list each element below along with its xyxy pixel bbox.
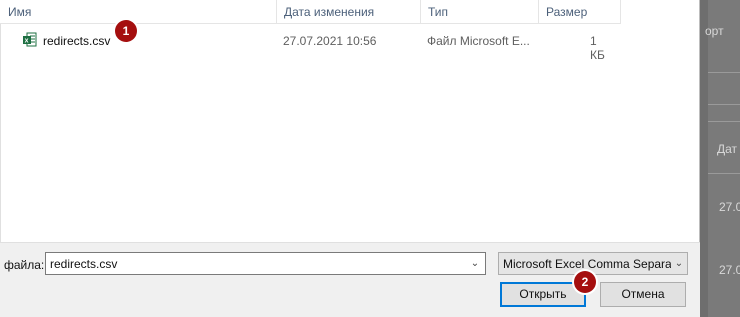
file-date: 27.07.2021 10:56: [283, 34, 377, 48]
chevron-down-icon[interactable]: ⌄: [671, 253, 687, 274]
background-divider: [708, 72, 740, 73]
background-divider: [708, 173, 740, 174]
step-badge-1: 1: [115, 20, 137, 42]
file-name: redirects.csv: [43, 34, 111, 48]
column-separator[interactable]: [620, 0, 621, 24]
open-file-dialog: ^ Имя Дата изменения Тип Размер x redire…: [0, 0, 700, 317]
step-badge-2: 2: [574, 271, 596, 293]
filetype-value: Microsoft Excel Comma Separa: [503, 257, 671, 271]
filetype-select[interactable]: Microsoft Excel Comma Separa ⌄: [498, 252, 688, 275]
column-header-date[interactable]: Дата изменения: [276, 0, 420, 24]
filename-value: redirects.csv: [50, 257, 118, 271]
file-size: 1 КБ: [590, 34, 605, 62]
background-window: орт Дат 27.0 27.0: [700, 0, 740, 317]
file-list-header: ^ Имя Дата изменения Тип Размер: [0, 0, 621, 24]
excel-file-icon: x: [23, 32, 37, 47]
background-text-top: орт: [705, 24, 724, 38]
file-list-item[interactable]: x redirects.csv 27.07.2021 10:56 Файл Mi…: [0, 30, 605, 62]
chevron-down-icon[interactable]: ⌄: [465, 253, 485, 274]
filename-label: файла:: [4, 258, 45, 272]
open-button[interactable]: Открыть: [500, 282, 586, 307]
file-list-border: [0, 24, 1, 242]
column-header-type[interactable]: Тип: [420, 0, 538, 24]
column-header-name[interactable]: Имя: [0, 0, 276, 24]
filename-input[interactable]: redirects.csv ⌄: [45, 252, 486, 275]
file-type: Файл Microsoft E...: [427, 34, 530, 48]
cancel-button[interactable]: Отмена: [600, 282, 686, 307]
svg-text:x: x: [25, 38, 29, 45]
background-text-col: Дат: [717, 142, 738, 156]
background-divider: [708, 104, 740, 105]
column-header-size[interactable]: Размер: [538, 0, 620, 24]
background-divider: [708, 121, 740, 122]
background-text-row: 27.0: [719, 200, 740, 214]
background-text-row: 27.0: [719, 263, 740, 277]
